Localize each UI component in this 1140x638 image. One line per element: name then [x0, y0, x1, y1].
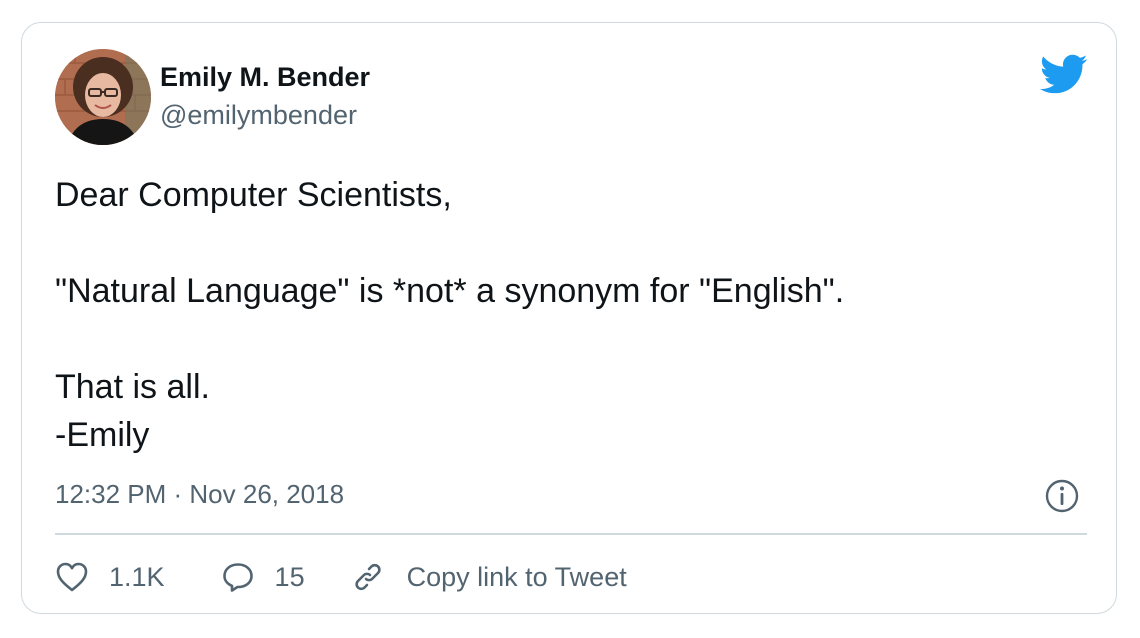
- like-count: 1.1K: [109, 561, 165, 592]
- avatar-image: [55, 49, 151, 145]
- tweet-line: -Emily: [55, 416, 150, 454]
- author-handle[interactable]: @emilymbender: [160, 99, 370, 131]
- tweet-line: Dear Computer Scientists,: [55, 176, 452, 214]
- copy-link-label: Copy link to Tweet: [406, 561, 627, 592]
- action-bar: 1.1K 15 Copy link to Tweet: [55, 553, 627, 601]
- tweet-card[interactable]: Emily M. Bender @emilymbender Dear Compu…: [21, 22, 1117, 614]
- copy-link-button[interactable]: Copy link to Tweet: [351, 560, 627, 594]
- link-icon: [354, 563, 381, 591]
- twitter-bird-icon[interactable]: [1038, 53, 1088, 95]
- info-icon[interactable]: [1044, 478, 1080, 514]
- tweet-text: Dear Computer Scientists, "Natural Langu…: [55, 171, 1085, 459]
- like-button[interactable]: 1.1K: [55, 561, 165, 593]
- reply-count: 15: [274, 561, 305, 592]
- divider: [55, 533, 1087, 535]
- speech-bubble-icon: [222, 563, 253, 592]
- tweet-line: That is all.: [55, 368, 210, 406]
- reply-button[interactable]: 15: [221, 561, 305, 593]
- author-display-name[interactable]: Emily M. Bender: [160, 61, 370, 93]
- tweet-timestamp[interactable]: 12:32 PM · Nov 26, 2018: [55, 478, 344, 510]
- tweet-line: "Natural Language" is *not* a synonym fo…: [55, 272, 845, 310]
- heart-icon: [56, 562, 88, 592]
- avatar[interactable]: [55, 49, 151, 145]
- author-block[interactable]: Emily M. Bender @emilymbender: [160, 61, 370, 131]
